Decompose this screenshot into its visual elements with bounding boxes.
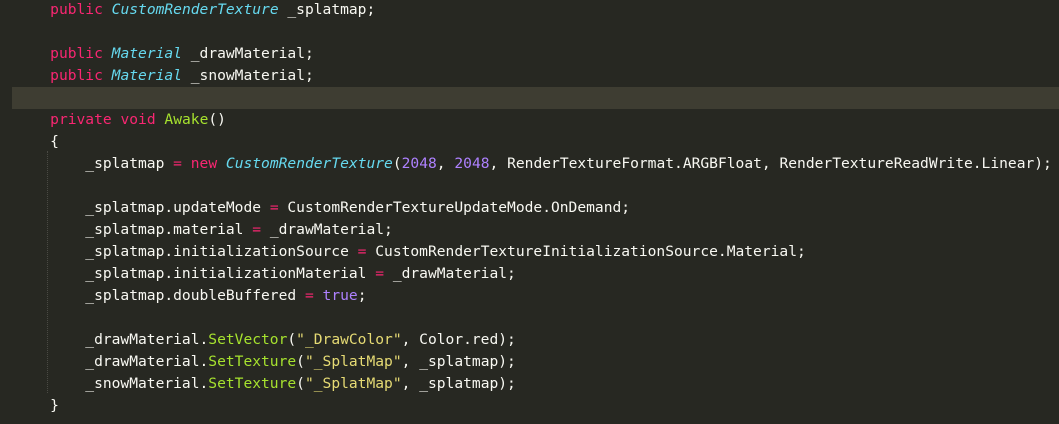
code-token: public (50, 1, 103, 18)
code-token: Awake (164, 111, 209, 128)
code-token: } (15, 397, 59, 414)
code-token: SetTexture (208, 353, 297, 370)
code-token: public (50, 45, 103, 62)
code-token: CustomRenderTexture (225, 155, 393, 172)
code-token: 2048 (401, 155, 437, 172)
code-editor[interactable]: public CustomRenderTexture _splatmap; pu… (0, 0, 1059, 424)
code-line[interactable] (0, 307, 15, 329)
code-token: _splatmap.material (15, 221, 253, 238)
code-token: _splatmap.doubleBuffered (15, 287, 305, 304)
code-token: , Color.red); (401, 331, 516, 348)
code-token: Material (111, 45, 182, 62)
code-token: _drawMaterial; (261, 221, 393, 238)
code-token: public (50, 67, 103, 84)
code-token: _splatmap.initializationSource (15, 243, 358, 260)
code-line[interactable]: _splatmap.initializationSource = CustomR… (0, 241, 806, 263)
code-token: _snowMaterial; (181, 67, 314, 84)
code-token: void (120, 111, 156, 128)
code-token: _splatmap; (278, 1, 376, 18)
code-token: , _splatmap); (401, 375, 516, 392)
code-token: private (50, 111, 112, 128)
code-token: Material (111, 67, 182, 84)
code-line[interactable]: _drawMaterial.SetTexture("_SplatMap", _s… (0, 351, 516, 373)
code-line[interactable]: public Material _snowMaterial; (0, 65, 314, 87)
code-token: "_SplatMap" (304, 353, 402, 370)
code-line[interactable]: public Material _drawMaterial; (0, 43, 314, 65)
code-token: ( (296, 375, 305, 392)
code-token: _splatmap.initializationMaterial (15, 265, 376, 282)
code-line[interactable]: } (0, 395, 59, 417)
code-line[interactable] (0, 21, 15, 43)
code-token: true (322, 287, 358, 304)
code-token: _drawMaterial; (181, 45, 314, 62)
current-line[interactable] (12, 87, 1059, 109)
code-token: _drawMaterial. (15, 353, 209, 370)
code-token: = (304, 287, 314, 304)
code-token: "_DrawColor" (296, 331, 402, 348)
code-token: { (15, 133, 59, 150)
code-line[interactable]: _splatmap.doubleBuffered = true; (0, 285, 367, 307)
code-token: ( (287, 331, 297, 348)
code-token: , _splatmap); (401, 353, 516, 370)
code-token: CustomRenderTextureInitializationSource.… (366, 243, 806, 260)
code-line[interactable]: { (0, 131, 59, 153)
code-token: SetVector (208, 331, 288, 348)
code-token: , (436, 155, 455, 172)
code-token: = (252, 221, 262, 238)
code-token: _drawMaterial; (384, 265, 516, 282)
code-line[interactable]: private void Awake() (0, 109, 226, 131)
code-line[interactable]: _splatmap.material = _drawMaterial; (0, 219, 393, 241)
code-token: ( (296, 353, 305, 370)
code-token: CustomRenderTexture (111, 1, 279, 18)
code-token: "_SplatMap" (304, 375, 402, 392)
code-token: = (269, 199, 279, 216)
code-token: () (208, 111, 226, 128)
code-line[interactable]: public CustomRenderTexture _splatmap; (0, 0, 375, 21)
code-token: _splatmap (15, 155, 174, 172)
code-line[interactable]: _splatmap = new CustomRenderTexture(2048… (0, 153, 1052, 175)
code-token: 2048 (454, 155, 490, 172)
code-token: , RenderTextureFormat.ARGBFloat, RenderT… (489, 155, 1052, 172)
code-token: _snowMaterial. (15, 375, 209, 392)
code-token: = (375, 265, 385, 282)
code-token: _splatmap.updateMode (15, 199, 270, 216)
code-token: = (173, 155, 182, 172)
code-token: ( (392, 155, 402, 172)
code-token: SetTexture (208, 375, 297, 392)
code-token: CustomRenderTextureUpdateMode.OnDemand; (278, 199, 631, 216)
code-line[interactable]: _splatmap.initializationMaterial = _draw… (0, 263, 516, 285)
code-token: new (190, 155, 218, 172)
code-line[interactable]: _splatmap.updateMode = CustomRenderTextu… (0, 197, 630, 219)
code-line[interactable]: _drawMaterial.SetVector("_DrawColor", Co… (0, 329, 516, 351)
code-token: _drawMaterial. (15, 331, 209, 348)
code-token: ; (357, 287, 367, 304)
code-line[interactable]: _snowMaterial.SetTexture("_SplatMap", _s… (0, 373, 516, 395)
code-line[interactable] (0, 175, 15, 197)
